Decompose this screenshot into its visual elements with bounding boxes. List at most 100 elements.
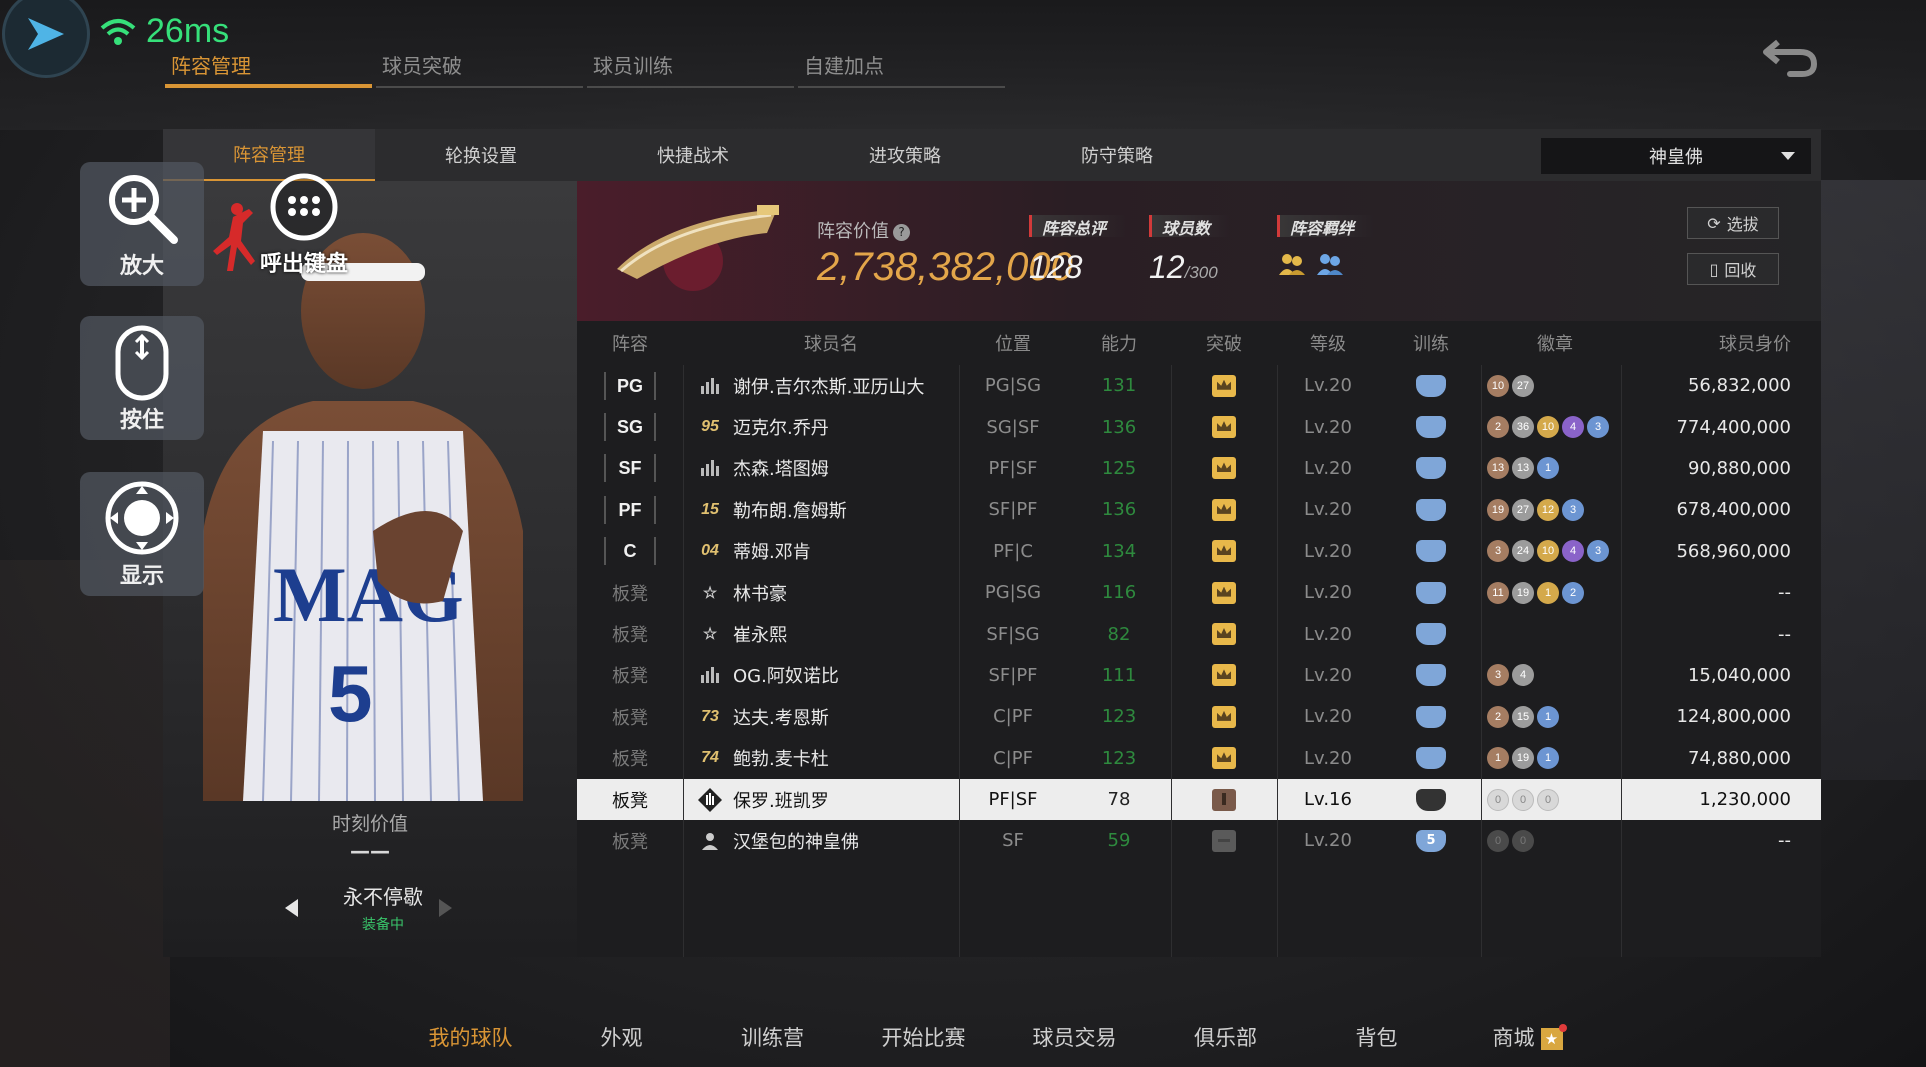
badge-chip[interactable]: 3 <box>1562 498 1584 521</box>
badge-chip[interactable]: 1 <box>1537 705 1559 728</box>
training-shield-icon[interactable] <box>1416 705 1446 728</box>
col-breakthrough[interactable]: 突破 <box>1171 330 1277 356</box>
col-price[interactable]: 球员身价 <box>1623 330 1803 356</box>
crown-icon[interactable] <box>1212 498 1236 521</box>
badge-chip[interactable]: 11 <box>1487 581 1509 604</box>
col-position[interactable]: 位置 <box>959 330 1067 356</box>
table-row[interactable]: PF 15 勒布朗.詹姆斯 SF|PF 136 Lv.20 19 27 12 3 678… <box>577 489 1821 530</box>
training-shield-icon[interactable] <box>1416 747 1446 770</box>
badge-chip[interactable]: 27 <box>1512 374 1534 397</box>
tab-player-breakthrough[interactable]: 球员突破 <box>376 46 583 88</box>
badge-chip[interactable]: 36 <box>1512 416 1534 439</box>
tab-player-training[interactable]: 球员训练 <box>587 46 794 88</box>
zoom-key[interactable]: 放大 <box>80 162 204 286</box>
crown-icon[interactable] <box>1212 664 1236 687</box>
table-row[interactable]: SG 95 迈克尔.乔丹 SG|SF 136 Lv.20 2 36 10 4 3 774,… <box>577 406 1821 447</box>
badge-chip[interactable]: 2 <box>1562 581 1584 604</box>
show-key[interactable]: 显示 <box>80 472 204 596</box>
badge-chip[interactable]: 19 <box>1512 581 1534 604</box>
table-row[interactable]: 板凳 汉堡包的神皇佛 SF 59 Lv.20 5 00 -- <box>577 820 1821 861</box>
training-shield-icon[interactable] <box>1416 623 1446 646</box>
training-shield-icon[interactable] <box>1416 540 1446 563</box>
badge-chip[interactable]: 3 <box>1587 416 1609 439</box>
badge-chip[interactable]: 10 <box>1537 416 1559 439</box>
crown-icon[interactable] <box>1212 540 1236 563</box>
badge-chip[interactable]: 0 <box>1512 788 1534 811</box>
subtab-rotation[interactable]: 轮换设置 <box>375 129 587 181</box>
badge-chip[interactable]: 1 <box>1487 747 1509 770</box>
badge-chip[interactable]: 0 <box>1487 829 1509 852</box>
crown-icon[interactable] <box>1212 747 1236 770</box>
nav-backpack[interactable]: 背包 <box>1301 1022 1452 1052</box>
table-row[interactable]: 板凳 73 达夫.考恩斯 C|PF 123 Lv.20 2 15 1 124,800,… <box>577 696 1821 737</box>
badge-chip[interactable]: 12 <box>1537 498 1559 521</box>
training-shield-icon[interactable]: 5 <box>1416 829 1446 852</box>
table-row[interactable]: PG 谢伊.吉尔杰斯.亚历山大 PG|SG 131 Lv.20 10 27 56,… <box>577 365 1821 406</box>
crown-icon[interactable] <box>1212 374 1236 397</box>
table-row[interactable]: C 04 蒂姆.邓肯 PF|C 134 Lv.20 3 24 10 4 3 568,960… <box>577 531 1821 572</box>
nav-shop[interactable]: 商城 ★ <box>1452 1022 1603 1052</box>
badge-chip[interactable]: 10 <box>1537 540 1559 563</box>
training-shield-icon[interactable] <box>1416 416 1446 439</box>
table-row[interactable]: SF 杰森.塔图姆 PF|SF 125 Lv.20 13 13 1 90,880,0… <box>577 448 1821 489</box>
table-row[interactable]: 板凳 ☆ 林书豪 PG|SG 116 Lv.20 11 19 1 2 -- <box>577 572 1821 613</box>
col-badges[interactable]: 徽章 <box>1483 330 1623 356</box>
subtab-quick-tactics[interactable]: 快捷战术 <box>587 129 799 181</box>
badge-chip[interactable]: 3 <box>1487 540 1509 563</box>
badge-chip[interactable]: 13 <box>1487 457 1509 480</box>
training-shield-icon[interactable] <box>1416 374 1446 397</box>
training-shield-icon[interactable] <box>1416 788 1446 811</box>
recycle-button[interactable]: ▯ 回收 <box>1687 253 1779 285</box>
crown-icon[interactable] <box>1212 788 1236 811</box>
badge-chip[interactable]: 3 <box>1487 664 1509 687</box>
tab-custom-points[interactable]: 自建加点 <box>798 46 1005 88</box>
table-row[interactable]: 板凳 OG.阿奴诺比 SF|PF 111 Lv.20 34 15,040,000 <box>577 655 1821 696</box>
help-icon[interactable]: ? <box>893 223 910 241</box>
nav-appearance[interactable]: 外观 <box>546 1022 697 1052</box>
col-ability[interactable]: 能力 <box>1067 330 1171 356</box>
badge-chip[interactable]: 10 <box>1487 374 1509 397</box>
nav-training-camp[interactable]: 训练营 <box>697 1022 848 1052</box>
crown-icon[interactable] <box>1212 829 1236 852</box>
badge-chip[interactable]: 24 <box>1512 540 1534 563</box>
back-arrow-icon[interactable] <box>1760 36 1820 80</box>
nav-player-trade[interactable]: 球员交易 <box>999 1022 1150 1052</box>
crown-icon[interactable] <box>1212 705 1236 728</box>
badge-chip[interactable]: 0 <box>1487 788 1509 811</box>
subtab-defense[interactable]: 防守策略 <box>1011 129 1223 181</box>
table-row[interactable]: 板凳 74 鲍勃.麦卡杜 C|PF 123 Lv.20 1 19 1 74,880,0… <box>577 738 1821 779</box>
training-shield-icon[interactable] <box>1416 581 1446 604</box>
training-shield-icon[interactable] <box>1416 457 1446 480</box>
badge-chip[interactable]: 19 <box>1512 747 1534 770</box>
badge-chip[interactable]: 3 <box>1587 540 1609 563</box>
crown-icon[interactable] <box>1212 416 1236 439</box>
keyboard-toggle[interactable]: 呼出键盘 <box>260 172 348 278</box>
badge-chip[interactable]: 4 <box>1562 540 1584 563</box>
training-shield-icon[interactable] <box>1416 498 1446 521</box>
nav-club[interactable]: 俱乐部 <box>1150 1022 1301 1052</box>
tab-lineup-management[interactable]: 阵容管理 <box>165 46 372 88</box>
select-button[interactable]: ⟳ 选拔 <box>1687 207 1779 239</box>
nav-start-game[interactable]: 开始比赛 <box>848 1022 999 1052</box>
badge-chip[interactable]: 2 <box>1487 416 1509 439</box>
crown-icon[interactable] <box>1212 623 1236 646</box>
table-row[interactable]: 板凳 保罗.班凯罗 PF|SF 78 Lv.16 000 1,230,000 <box>577 778 1821 821</box>
table-row[interactable]: 板凳 ☆ 崔永熙 SF|SG 82 Lv.20 -- <box>577 613 1821 654</box>
badge-chip[interactable]: 15 <box>1512 705 1534 728</box>
subtab-offense[interactable]: 进攻策略 <box>799 129 1011 181</box>
badge-chip[interactable]: 0 <box>1512 829 1534 852</box>
crown-icon[interactable] <box>1212 581 1236 604</box>
badge-chip[interactable]: 19 <box>1487 498 1509 521</box>
badge-chip[interactable]: 1 <box>1537 747 1559 770</box>
badge-chip[interactable]: 1 <box>1537 581 1559 604</box>
col-slot[interactable]: 阵容 <box>577 330 683 356</box>
training-shield-icon[interactable] <box>1416 664 1446 687</box>
badge-chip[interactable]: 4 <box>1562 416 1584 439</box>
bond-blue-icon[interactable] <box>1315 251 1345 277</box>
col-training[interactable]: 训练 <box>1379 330 1483 356</box>
crown-icon[interactable] <box>1212 457 1236 480</box>
badge-chip[interactable]: 1 <box>1537 457 1559 480</box>
nav-my-team[interactable]: 我的球队 <box>395 1022 546 1052</box>
badge-chip[interactable]: 0 <box>1537 788 1559 811</box>
badge-chip[interactable]: 2 <box>1487 705 1509 728</box>
